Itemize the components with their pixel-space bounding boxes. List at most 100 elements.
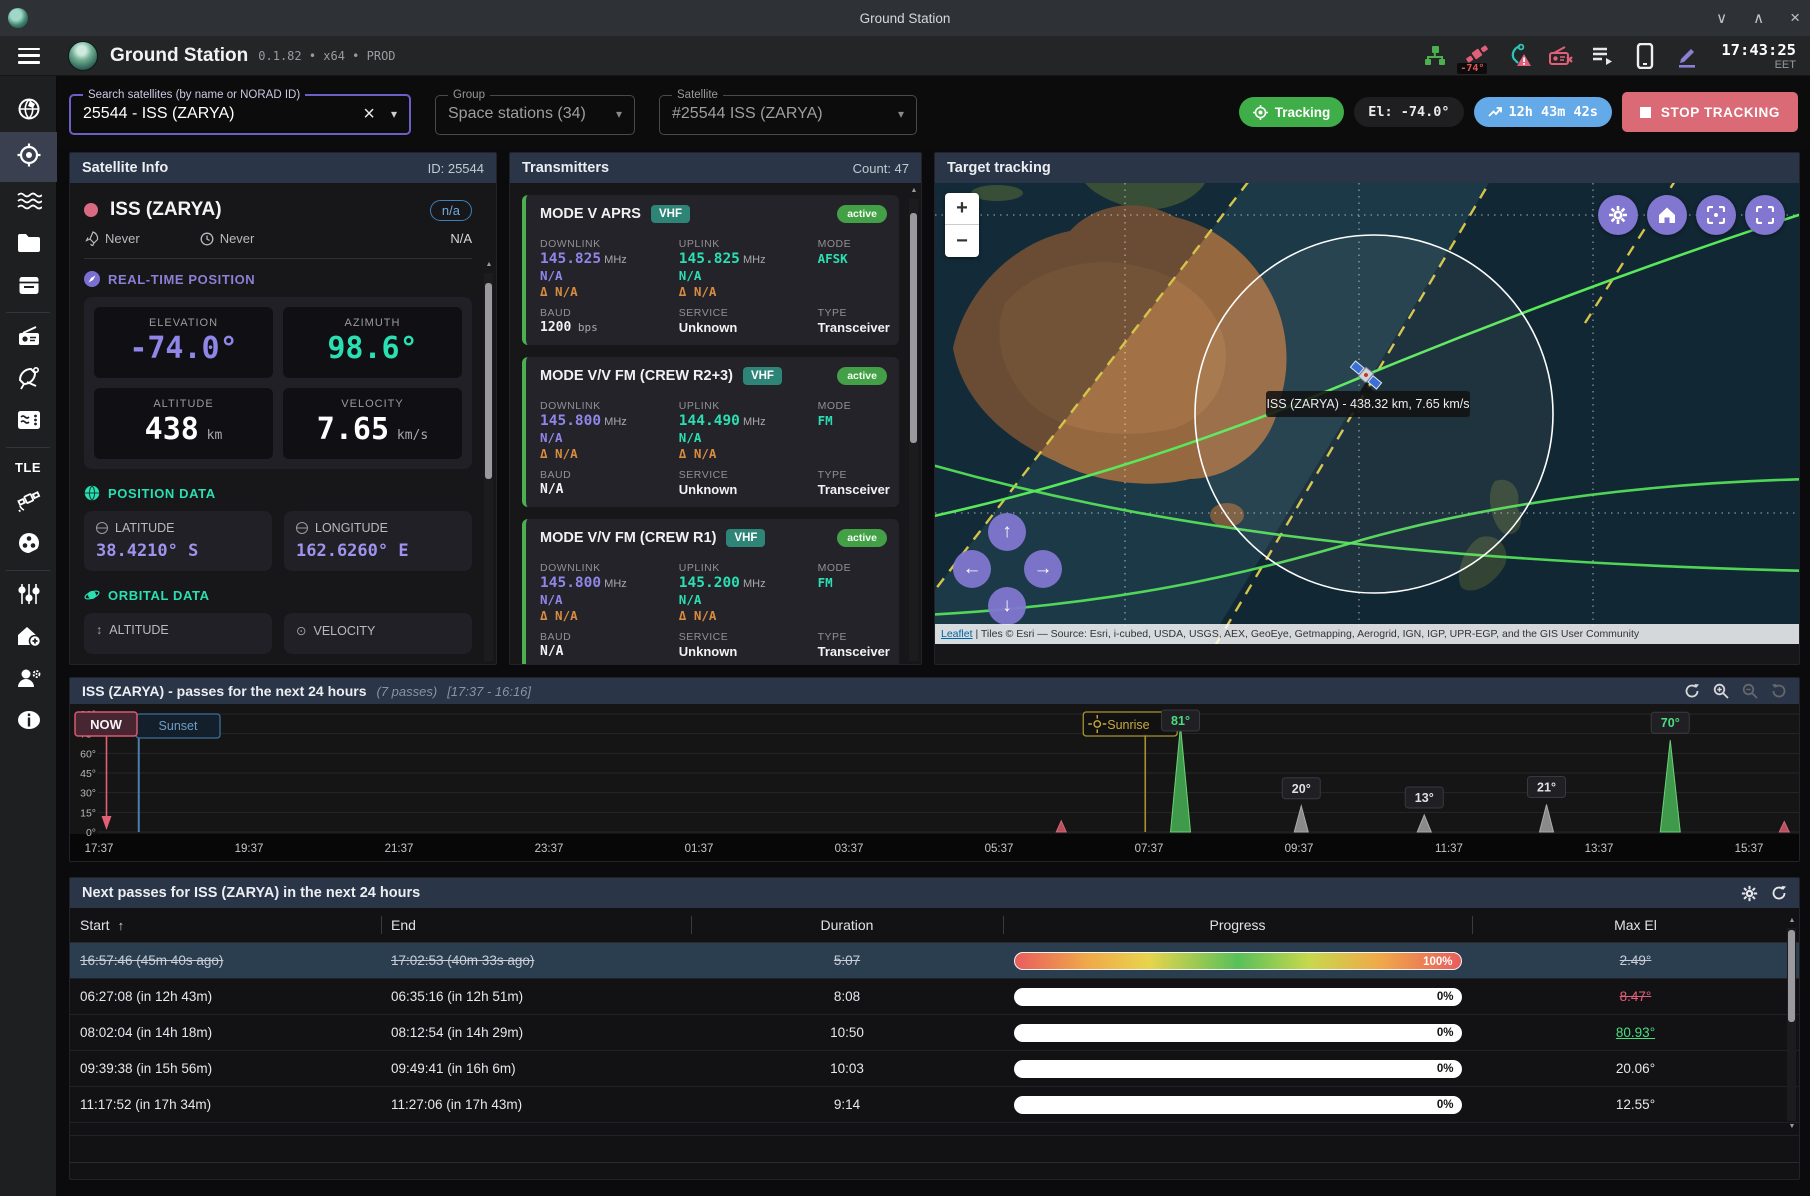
pan-up-button[interactable]: ↑ <box>988 513 1026 551</box>
transmitter-grid: DOWNLINKUPLINKMODE145.800 MHz145.200 MHz… <box>540 555 887 659</box>
mobile-device-icon[interactable] <box>1631 42 1659 70</box>
cell-progress: 0% <box>1003 988 1472 1006</box>
satellite-elevation-icon[interactable]: -74° <box>1463 42 1491 70</box>
table-row[interactable]: 09:39:38 (in 15h 56m)09:49:41 (in 16h 6m… <box>70 1051 1799 1087</box>
queue-icon[interactable] <box>1589 42 1617 70</box>
column-max-el[interactable]: Max El <box>1472 908 1799 942</box>
edit-log-icon[interactable] <box>1673 42 1701 70</box>
sidebar-item-radio[interactable] <box>0 317 57 359</box>
pan-right-button[interactable]: → <box>1024 550 1062 588</box>
field-label: TYPE <box>818 307 887 319</box>
sidebar-item-files[interactable] <box>0 224 57 266</box>
window-close-icon[interactable]: × <box>1790 8 1800 28</box>
table-scrollbar[interactable] <box>1787 928 1796 1121</box>
menu-icon[interactable] <box>18 48 40 64</box>
frequency-unit: MHz <box>601 416 627 428</box>
satellite-info-scrollbar[interactable] <box>484 273 493 661</box>
radio-disconnected-icon[interactable] <box>1547 42 1575 70</box>
table-refresh-icon[interactable] <box>1771 885 1787 901</box>
search-dropdown-icon[interactable]: ▾ <box>391 107 397 121</box>
map-home-button[interactable] <box>1647 195 1687 235</box>
leaflet-link[interactable]: Leaflet <box>941 628 973 640</box>
sidebar-item-target-tracking[interactable] <box>0 132 57 182</box>
window-maximize-icon[interactable]: ∧ <box>1753 9 1764 27</box>
search-label: Search satellites (by name or NORAD ID) <box>83 89 305 101</box>
pan-down-button[interactable]: ↓ <box>988 587 1026 625</box>
zoom-in-button[interactable]: + <box>945 193 979 225</box>
rows-per-page-value[interactable]: 15 <box>1610 1179 1625 1180</box>
table-row[interactable]: 11:17:52 (in 17h 34m)11:27:06 (in 17h 43… <box>70 1087 1799 1123</box>
sidebar-item-tle[interactable]: TLE <box>0 452 56 482</box>
sidebar-item-tle-satellites[interactable] <box>0 482 57 524</box>
clear-search-icon[interactable]: × <box>363 107 375 121</box>
column-end[interactable]: End <box>381 908 691 942</box>
map-focus-target-button[interactable] <box>1696 195 1736 235</box>
sidebar-item-about[interactable] <box>0 701 57 743</box>
tx-scroll-up-icon[interactable]: ▲ <box>909 187 919 194</box>
elevation-chip: -74° <box>1457 63 1487 74</box>
progress-label: 0% <box>1437 1060 1454 1078</box>
satellite-search-field[interactable]: Search satellites (by name or NORAD ID) … <box>69 89 411 135</box>
column-start[interactable]: Start↑ <box>70 908 381 942</box>
column-duration[interactable]: Duration <box>691 908 1003 942</box>
transmitter-header: MODE V/V FM (CREW R2+3)VHFactive <box>540 367 887 385</box>
sidebar-item-operators[interactable] <box>0 659 57 701</box>
map-title: Target tracking <box>947 160 1051 176</box>
table-scroll-up-icon[interactable]: ▲ <box>1787 917 1797 924</box>
table-settings-icon[interactable] <box>1741 885 1758 902</box>
table-row[interactable]: 16:57:46 (45m 40s ago)17:02:53 (40m 33s … <box>70 943 1799 979</box>
frequency-unit: MHz <box>740 578 766 590</box>
sidebar-item-transmitters[interactable] <box>0 401 57 443</box>
transmitter-card[interactable]: MODE V APRSVHFactiveDOWNLINKUPLINKMODE14… <box>522 195 899 345</box>
svg-text:60°: 60° <box>80 748 96 760</box>
column-progress[interactable]: Progress <box>1003 908 1472 942</box>
stat-label: VELOCITY <box>287 398 458 410</box>
group-dropdown-icon[interactable]: ▾ <box>616 107 622 121</box>
sidebar-item-passes[interactable] <box>0 182 57 224</box>
search-input[interactable]: 25544 - ISS (ZARYA) <box>83 105 234 123</box>
chart-refresh-icon[interactable] <box>1684 683 1700 699</box>
table-row[interactable]: 06:27:08 (in 12h 43m)06:35:16 (in 12h 51… <box>70 979 1799 1015</box>
map-canvas[interactable]: ISS (ZARYA) - 438.32 km, 7.65 km/s + − ↑… <box>935 183 1799 644</box>
active-badge: active <box>837 529 887 547</box>
zoom-out-button[interactable]: − <box>945 225 979 257</box>
window-minimize-icon[interactable]: ∨ <box>1716 9 1727 27</box>
sidebar-item-schedule[interactable] <box>0 266 57 308</box>
scroll-up-icon[interactable]: ▲ <box>484 261 494 268</box>
transmitter-card[interactable]: MODE V/V FM (CREW R1)VHFactiveDOWNLINKUP… <box>522 519 899 665</box>
sidebar-item-media[interactable] <box>0 524 57 566</box>
table-row[interactable]: 08:02:04 (in 14h 18m)08:12:54 (in 14h 29… <box>70 1015 1799 1051</box>
stop-tracking-button[interactable]: STOP TRACKING <box>1622 92 1798 132</box>
clock-icon <box>200 232 214 246</box>
transmitters-scrollbar[interactable] <box>909 199 918 661</box>
transmitter-card[interactable]: MODE V/V FM (CREW R2+3)VHFactiveDOWNLINK… <box>522 357 899 507</box>
rotator-warning-icon[interactable] <box>1505 42 1533 70</box>
satellite-select[interactable]: Satellite #25544 ISS (ZARYA) ▾ <box>659 89 917 135</box>
cell-progress: 0% <box>1003 1096 1472 1114</box>
pan-left-button[interactable]: ← <box>953 550 991 588</box>
field-value <box>818 592 887 607</box>
chart-zoom-out-icon[interactable] <box>1742 683 1758 699</box>
svg-text:01:37: 01:37 <box>685 843 714 855</box>
next-page-icon[interactable]: › <box>1768 1175 1775 1180</box>
chart-reset-icon[interactable] <box>1771 683 1787 699</box>
map-settings-button[interactable] <box>1598 195 1638 235</box>
sidebar-item-tuning[interactable] <box>0 575 57 617</box>
passes-chart[interactable]: 90°75°60°45°30°15°0°17:3719:3721:3723:37… <box>70 704 1799 862</box>
chart-zoom-in-icon[interactable] <box>1713 683 1729 699</box>
table-scroll-down-icon[interactable]: ▼ <box>1787 1123 1797 1130</box>
position-card: LATITUDE38.4210° S <box>84 511 272 571</box>
map-fullscreen-button[interactable] <box>1745 195 1785 235</box>
mode-value: FM <box>818 575 887 591</box>
sidebar-item-world-map[interactable] <box>0 90 57 132</box>
launched-value: Never <box>105 231 140 246</box>
sidebar-item-station[interactable] <box>0 617 57 659</box>
group-label: Group <box>448 89 490 101</box>
sidebar-item-antenna[interactable] <box>0 359 57 401</box>
group-select[interactable]: Group Space stations (34) ▾ <box>435 89 635 135</box>
prev-page-icon[interactable]: ‹ <box>1740 1175 1747 1180</box>
satellite-icon <box>16 488 42 519</box>
satellite-dropdown-icon[interactable]: ▾ <box>898 107 904 121</box>
network-status-icon[interactable] <box>1421 42 1449 70</box>
sort-asc-icon: ↑ <box>118 918 125 933</box>
